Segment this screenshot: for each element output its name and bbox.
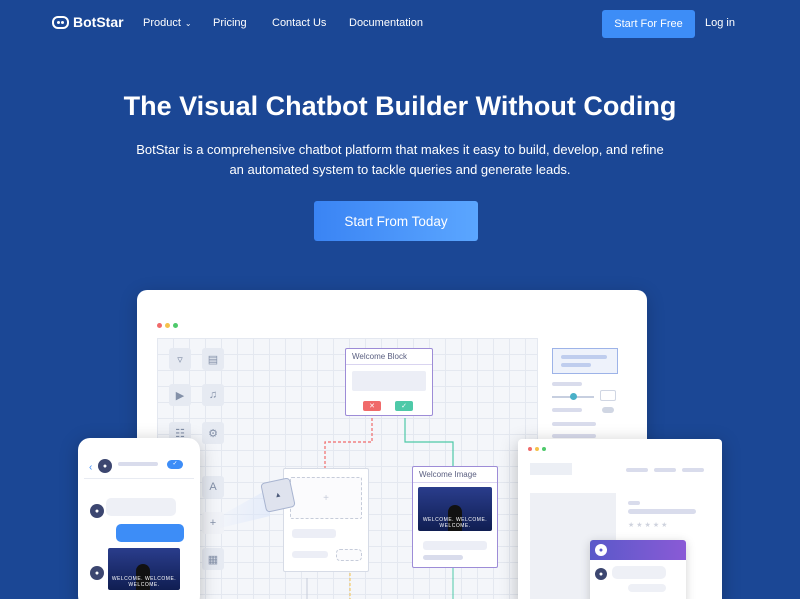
back-icon: ‹: [89, 462, 93, 473]
drag-chip-icon: ▲: [260, 477, 296, 513]
botstar-logo[interactable]: BotStar: [52, 14, 124, 30]
welcome-image-title: Welcome Image: [413, 467, 497, 483]
video-thumbnail: WELCOME. WELCOME. WELCOME.: [418, 487, 492, 531]
robot-icon: ●: [595, 544, 607, 556]
start-for-free-button[interactable]: Start For Free: [602, 10, 695, 38]
login-link[interactable]: Log in: [705, 17, 735, 29]
robot-icon: ●: [90, 504, 104, 518]
window-controls: [528, 447, 546, 451]
window-controls: [157, 323, 178, 328]
video-caption: WELCOME. WELCOME. WELCOME.: [111, 576, 177, 588]
chat-widget: ● ●: [590, 540, 686, 599]
check-icon: ✓: [167, 460, 183, 469]
chevron-down-icon: ⌄: [184, 18, 192, 28]
video-caption: WELCOME. WELCOME. WELCOME.: [422, 517, 488, 529]
hero-subtitle-line-2: an automated system to tackle queries an…: [229, 162, 571, 177]
minimize-dot: [165, 323, 170, 328]
nav-documentation[interactable]: Documentation: [349, 17, 423, 29]
nav-pricing[interactable]: Pricing: [213, 17, 247, 29]
stepper: [600, 390, 616, 401]
maximize-dot: [173, 323, 178, 328]
robot-icon: [52, 15, 69, 29]
chat-widget-header: ●: [590, 540, 686, 560]
welcome-image-block: Welcome Image WELCOME. WELCOME. WELCOME.: [412, 466, 498, 568]
hero-subtitle: BotStar is a comprehensive chatbot platf…: [130, 140, 670, 180]
phone-illustration: ‹ ● ✓ ● ● WELCOME. WELCOME. WELCOME.: [78, 438, 200, 599]
robot-icon: ●: [595, 568, 607, 580]
website-illustration: ★★★★★ ● ●: [518, 439, 722, 599]
empty-block: +: [283, 468, 369, 572]
robot-icon: ●: [98, 459, 112, 473]
user-message: [116, 524, 184, 542]
nav-product[interactable]: Product ⌄: [143, 17, 192, 29]
slider-handle: [570, 393, 577, 400]
start-from-today-button[interactable]: Start From Today: [314, 201, 478, 241]
plus-icon: +: [290, 477, 362, 519]
nav-contact[interactable]: Contact Us: [272, 17, 326, 29]
bot-message: [106, 498, 176, 516]
toggle: [602, 407, 614, 413]
hero-title: The Visual Chatbot Builder Without Codin…: [123, 91, 677, 121]
hero-subtitle-line-1: BotStar is a comprehensive chatbot platf…: [136, 142, 664, 157]
video-thumbnail: WELCOME. WELCOME. WELCOME.: [108, 548, 180, 590]
rating-stars: ★★★★★: [628, 522, 670, 529]
top-nav: BotStar Product ⌄ Pricing Contact Us Doc…: [0, 0, 800, 48]
close-dot: [157, 323, 162, 328]
nav-product-label: Product: [143, 17, 181, 29]
logo-text: BotStar: [73, 14, 124, 30]
robot-icon: ●: [90, 566, 104, 580]
